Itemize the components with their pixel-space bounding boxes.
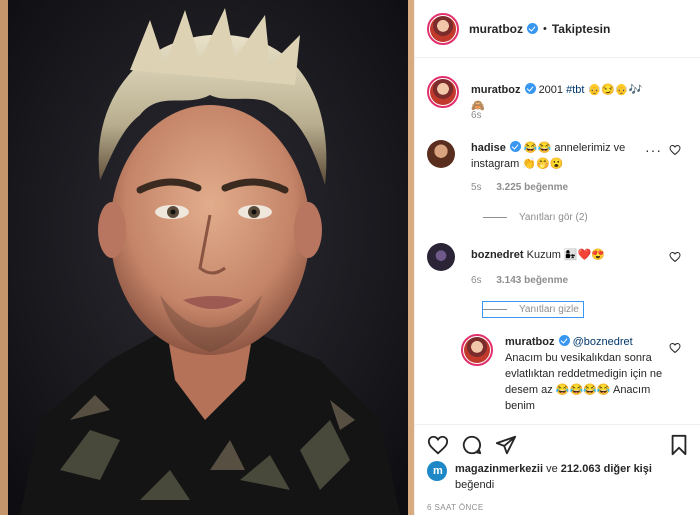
reply-item: muratboz @boznedret Anacım bu vesikalıkd… [461, 334, 693, 424]
hide-replies-button[interactable]: Yanıtları gizle [482, 301, 584, 318]
portrait-image [0, 0, 414, 515]
post-details-panel: muratboz • Takiptesin muratboz 2001 #tbt… [414, 0, 700, 515]
author-avatar[interactable] [427, 12, 459, 45]
reply-username[interactable]: muratboz [505, 336, 555, 348]
heart-icon[interactable] [427, 434, 449, 456]
reply-text: muratboz @boznedret Anacım bu vesikalıkd… [505, 334, 667, 414]
post-photo[interactable] [0, 0, 414, 515]
verified-badge-icon [509, 141, 521, 152]
instagram-post-view: muratboz • Takiptesin muratboz 2001 #tbt… [0, 0, 700, 515]
bookmark-icon[interactable] [669, 434, 689, 456]
comment-icon[interactable] [461, 434, 483, 456]
comment-item: boznedret Kuzum 👩‍👧❤️😍 6s 3.143 beğenme … [427, 243, 693, 323]
comment-time: 5s [471, 182, 482, 193]
post-header: muratboz • Takiptesin [415, 0, 700, 58]
hashtag-link[interactable]: #tbt [566, 84, 584, 96]
liked-by-summary: magazinmerkezii ve 212.063 diğer kişi be… [427, 461, 685, 493]
verified-badge-icon [527, 23, 538, 34]
caption-year: 2001 [538, 84, 564, 96]
caption-avatar[interactable] [427, 76, 459, 108]
liked-connector: ve [546, 463, 558, 475]
caption-meta: 6s [471, 110, 494, 121]
commenter-username[interactable]: hadise [471, 142, 506, 154]
comment-heart-icon[interactable] [669, 144, 681, 156]
comment-likes[interactable]: 3.225 beğenme [496, 182, 568, 193]
reply-heart-icon[interactable] [669, 342, 681, 354]
liked-suffix: beğendi [455, 479, 495, 491]
caption-item: muratboz 2001 #tbt 👴😏👴🎶 🙈 6s [427, 76, 693, 126]
post-actions: magazinmerkezii ve 212.063 diğer kişi be… [415, 424, 700, 515]
comments-list[interactable]: muratboz 2001 #tbt 👴😏👴🎶 🙈 6s hadise 😂😂 a… [415, 58, 700, 424]
commenter-username[interactable]: boznedret [471, 249, 524, 261]
hide-replies-label: Yanıtları gizle [519, 304, 579, 315]
share-icon[interactable] [495, 434, 517, 456]
commenter-avatar[interactable] [427, 243, 455, 271]
comment-body: Kuzum 👩‍👧❤️😍 [526, 249, 606, 261]
reply-body: Anacım bu vesikalıkdan sonra evlatlıktan… [505, 352, 663, 396]
comment-meta: 6s 3.143 beğenme [471, 275, 568, 286]
comment-text: hadise 😂😂 annelerimiz ve instagram 👏🤭😮 [471, 140, 659, 172]
separator-dot: • [543, 22, 547, 35]
liker-avatar[interactable] [427, 461, 447, 481]
commenter-avatar[interactable] [427, 140, 455, 168]
verified-badge-icon [558, 335, 570, 346]
comment-heart-icon[interactable] [669, 251, 681, 263]
view-replies-button[interactable]: Yanıtları gör (2) [483, 212, 588, 223]
comment-meta: 5s 3.225 beğenme [471, 182, 568, 193]
more-options-icon[interactable]: ··· [645, 142, 662, 158]
post-time-ago[interactable]: 6 SAAT ÖNCE [427, 503, 484, 512]
replies-divider [483, 217, 507, 218]
liker-username[interactable]: magazinmerkezii [455, 463, 543, 475]
caption-text: muratboz 2001 #tbt 👴😏👴🎶 🙈 [471, 82, 659, 114]
caption-username[interactable]: muratboz [471, 84, 521, 96]
replies-divider [483, 309, 507, 310]
author-username[interactable]: muratboz [469, 22, 523, 36]
liked-count[interactable]: 212.063 diğer kişi [561, 463, 652, 475]
following-button[interactable]: Takiptesin [552, 22, 610, 36]
caption-time: 6s [471, 110, 482, 121]
comment-text: boznedret Kuzum 👩‍👧❤️😍 [471, 247, 659, 263]
comment-likes[interactable]: 3.143 beğenme [496, 275, 568, 286]
reply-cut-line: benim [505, 400, 535, 412]
view-replies-label: Yanıtları gör (2) [519, 212, 588, 223]
reply-mention[interactable]: @boznedret [573, 336, 633, 348]
reply-avatar[interactable] [461, 334, 493, 366]
comment-item: hadise 😂😂 annelerimiz ve instagram 👏🤭😮 ·… [427, 140, 693, 230]
comment-time: 6s [471, 275, 482, 286]
verified-badge-icon [524, 83, 536, 94]
